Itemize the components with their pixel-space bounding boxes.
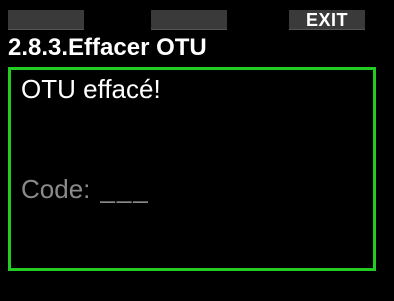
middle-softkey-button[interactable] [151, 10, 227, 30]
code-label: Code: [21, 174, 91, 204]
page-title: 2.8.3.Effacer OTU [8, 34, 207, 61]
code-input[interactable]: ___ [100, 174, 149, 204]
status-message: OTU effacé! [21, 74, 161, 104]
code-entry-row: Code: ___ [21, 174, 150, 204]
softkey-bar: EXIT [0, 10, 394, 30]
message-panel: OTU effacé! Code: ___ [8, 67, 376, 271]
exit-button[interactable]: EXIT [289, 10, 365, 30]
left-softkey-button[interactable] [8, 10, 84, 30]
